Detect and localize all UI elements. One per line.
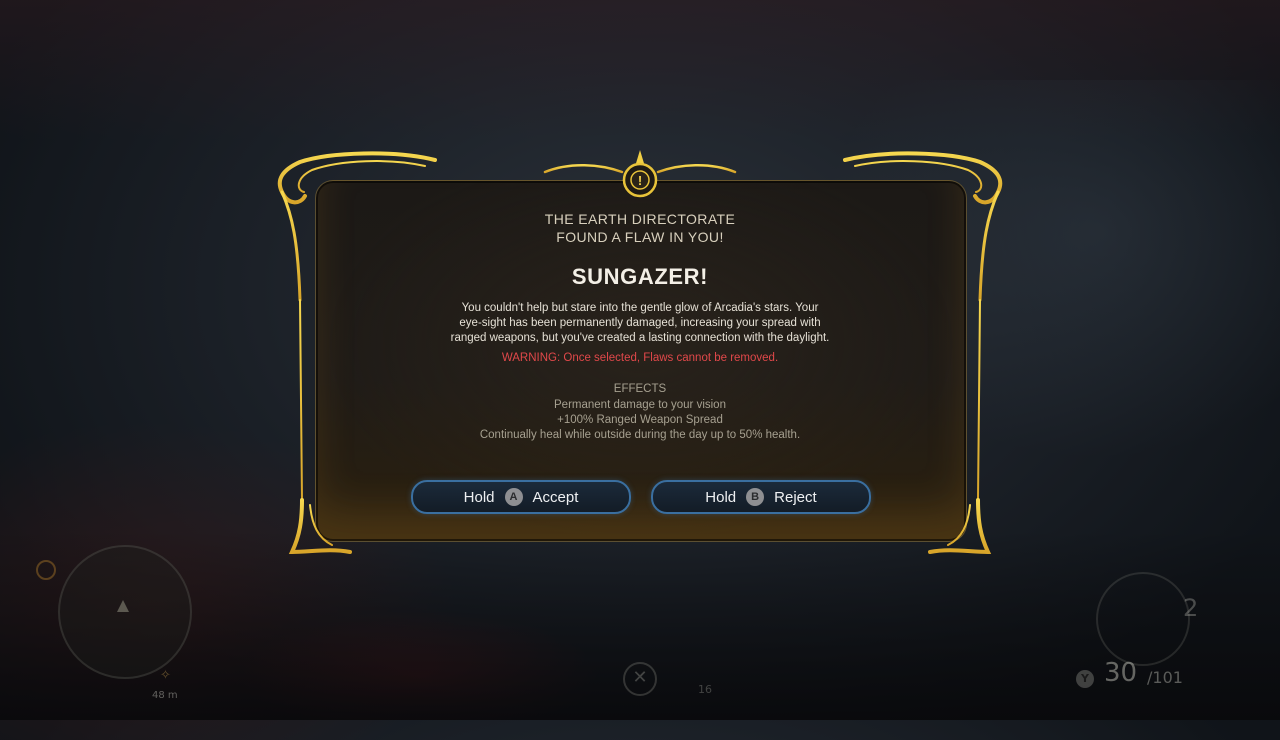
reject-button[interactable]: Hold B Reject [651,480,871,514]
effect-item: Permanent damage to your vision [554,399,726,411]
warning-text: WARNING: Once selected, Flaws cannot be … [501,352,779,364]
reject-hold-label: Hold [705,488,737,506]
b-button-icon: B [746,488,765,506]
description-line: You couldn't help but stare into the gen… [461,302,819,314]
header-line-2: FOUND A FLAW IN YOU! [556,229,724,245]
accept-button[interactable]: Hold A Accept [411,480,631,514]
description-line: eye-sight has been permanently damaged, … [459,317,821,329]
description-line: ranged weapons, but you've created a las… [450,332,830,344]
alert-emblem-icon: ! [622,150,658,198]
flaw-description: You couldn't help but stare into the gen… [430,301,850,346]
svg-text:!: ! [638,173,642,188]
dialog-header: THE EARTH DIRECTORATE FOUND A FLAW IN YO… [315,210,965,246]
header-line-1: THE EARTH DIRECTORATE [544,211,736,227]
effect-item: +100% Ranged Weapon Spread [557,414,723,426]
flaw-title: SUNGAZER! [571,264,709,289]
accept-hold-label: Hold [463,488,495,506]
effects-list: Permanent damage to your vision +100% Ra… [315,398,965,443]
reject-label: Reject [774,488,817,506]
effects-heading: EFFECTS [613,383,667,395]
a-button-icon: A [504,488,523,506]
effect-item: Continually heal while outside during th… [479,429,801,441]
accept-label: Accept [532,488,579,506]
